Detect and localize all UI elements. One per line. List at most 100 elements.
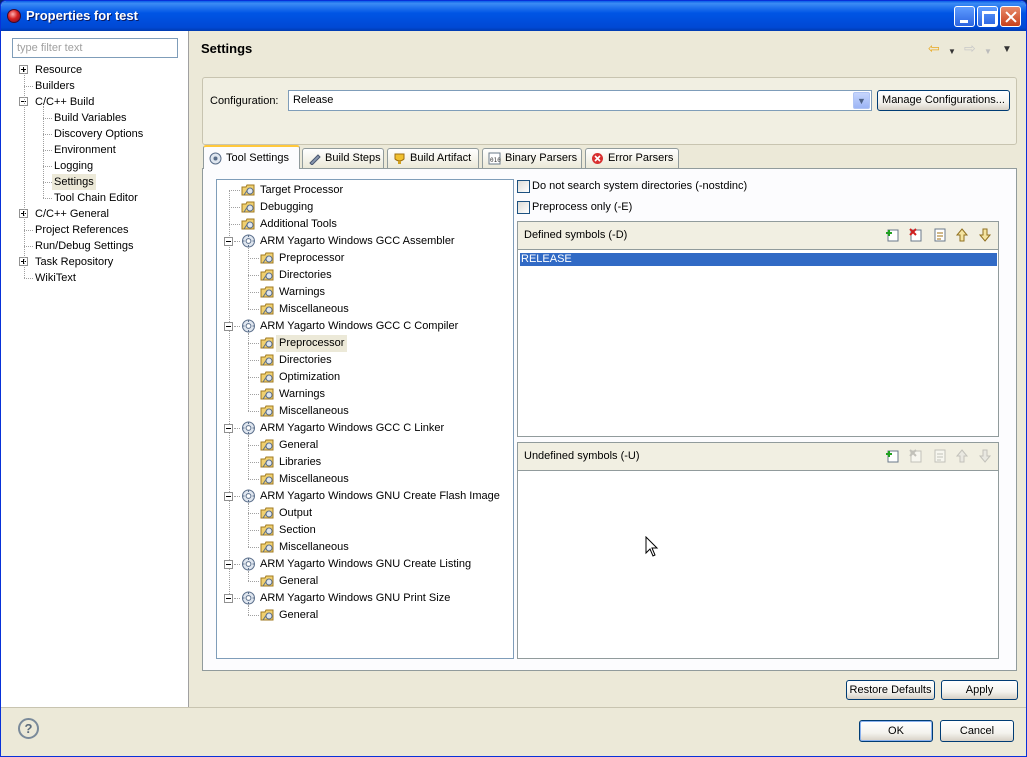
tree-option-node[interactable]: Directories	[217, 267, 513, 284]
tree-tool-node[interactable]: ARM Yagarto Windows GNU Create Flash Ima…	[217, 488, 513, 505]
tree-option-node[interactable]: Output	[217, 505, 513, 522]
tree-guide-line	[24, 70, 25, 278]
tree-tool-node[interactable]: ARM Yagarto Windows GCC Assembler	[217, 233, 513, 250]
tab-tool-settings[interactable]: Tool Settings	[203, 145, 300, 169]
tree-connector	[234, 598, 240, 599]
sidebar-item-discovery-options[interactable]: Discovery Options	[1, 126, 189, 142]
delete-symbol-icon[interactable]	[908, 227, 924, 243]
sidebar-item-task-repository[interactable]: Task Repository	[1, 254, 189, 270]
sidebar-item-builders[interactable]: Builders	[1, 78, 189, 94]
tree-node-label: Miscellaneous	[279, 405, 349, 417]
chevron-down-icon[interactable]: ▼	[853, 92, 870, 109]
tree-option-node[interactable]: General	[217, 437, 513, 454]
tree-tool-node[interactable]: ARM Yagarto Windows GNU Create Listing	[217, 556, 513, 573]
collapse-icon[interactable]	[224, 237, 233, 246]
tree-option-node[interactable]: Warnings	[217, 386, 513, 403]
back-history-dropdown-icon[interactable]: ▼	[948, 45, 956, 59]
collapse-icon[interactable]	[224, 560, 233, 569]
tree-option-node[interactable]: Miscellaneous	[217, 471, 513, 488]
tree-connector	[248, 343, 259, 344]
tree-option-node[interactable]: General	[217, 573, 513, 590]
sidebar-item-wikitext[interactable]: WikiText	[1, 270, 189, 286]
tree-option-node[interactable]: Miscellaneous	[217, 403, 513, 420]
move-up-icon[interactable]	[954, 448, 970, 464]
tree-node-label: Miscellaneous	[279, 473, 349, 485]
maximize-button[interactable]	[977, 6, 998, 27]
back-arrow-icon[interactable]: ⇦	[928, 41, 940, 55]
tree-option-node[interactable]: Additional Tools	[217, 216, 513, 233]
nostdinc-checkbox[interactable]	[517, 180, 530, 193]
view-menu-icon[interactable]: ▼	[1002, 43, 1012, 57]
collapse-icon[interactable]	[224, 322, 233, 331]
title-bar[interactable]: Properties for test	[1, 1, 1026, 31]
restore-defaults-button[interactable]: Restore Defaults	[846, 680, 935, 700]
tree-tool-node[interactable]: ARM Yagarto Windows GCC C Compiler	[217, 318, 513, 335]
delete-symbol-icon[interactable]	[908, 448, 924, 464]
minimize-button[interactable]	[954, 6, 975, 27]
tree-option-node[interactable]: Miscellaneous	[217, 301, 513, 318]
configuration-select[interactable]: Release ▼	[288, 90, 872, 111]
sidebar-item-label: Discovery Options	[54, 128, 144, 140]
edit-symbol-icon[interactable]	[932, 448, 948, 464]
collapse-icon[interactable]	[224, 492, 233, 501]
tree-connector	[234, 564, 240, 565]
list-item[interactable]: RELEASE	[520, 253, 997, 266]
option-category-icon	[241, 201, 255, 213]
sidebar-item-environment[interactable]: Environment	[1, 142, 189, 158]
move-down-icon[interactable]	[977, 227, 993, 243]
sidebar-item-resource[interactable]: Resource	[1, 62, 189, 78]
tree-tool-node[interactable]: ARM Yagarto Windows GCC C Linker	[217, 420, 513, 437]
sidebar-item-project-references[interactable]: Project References	[1, 222, 189, 238]
forward-arrow-icon[interactable]: ⇨	[964, 41, 976, 55]
collapse-icon[interactable]	[224, 594, 233, 603]
apply-button[interactable]: Apply	[941, 680, 1018, 700]
sidebar-item-build-variables[interactable]: Build Variables	[1, 110, 189, 126]
tree-option-node[interactable]: General	[217, 607, 513, 624]
forward-history-dropdown-icon[interactable]: ▼	[984, 45, 992, 59]
sidebar-item-settings[interactable]: Settings	[1, 174, 189, 190]
tree-option-node[interactable]: Optimization	[217, 369, 513, 386]
tree-node-label: Warnings	[279, 388, 326, 400]
sidebar-item-logging[interactable]: Logging	[1, 158, 189, 174]
filter-input[interactable]	[12, 38, 178, 58]
sidebar-item-label: Project References	[35, 224, 129, 236]
tree-option-node[interactable]: Preprocessor	[217, 250, 513, 267]
build-steps-icon	[309, 154, 321, 165]
help-icon[interactable]: ?	[18, 718, 39, 739]
tree-node-label: ARM Yagarto Windows GNU Create Listing	[260, 558, 472, 570]
add-symbol-icon[interactable]	[885, 227, 901, 243]
tab-build-artifact[interactable]: Build Artifact	[387, 148, 479, 168]
tree-option-node[interactable]: Miscellaneous	[217, 539, 513, 556]
option-category-icon	[241, 184, 255, 196]
collapse-icon[interactable]	[224, 424, 233, 433]
tree-node-label: Libraries	[279, 456, 322, 468]
cancel-button[interactable]: Cancel	[940, 720, 1014, 742]
tree-option-node[interactable]: Debugging	[217, 199, 513, 216]
manage-configurations-button[interactable]: Manage Configurations...	[877, 90, 1010, 111]
move-up-icon[interactable]	[954, 227, 970, 243]
tree-option-node[interactable]: Libraries	[217, 454, 513, 471]
add-symbol-icon[interactable]	[885, 448, 901, 464]
tree-node-label: Section	[279, 524, 316, 536]
sidebar-item-run-debug-settings[interactable]: Run/Debug Settings	[1, 238, 189, 254]
edit-symbol-icon[interactable]	[932, 227, 948, 243]
preprocess-only-checkbox[interactable]	[517, 201, 530, 214]
sidebar-item-label: Settings	[52, 174, 96, 190]
tool-settings-tree: Target Processor Debugging Additional Tool…	[216, 179, 514, 659]
close-button[interactable]	[1000, 6, 1021, 27]
move-down-icon[interactable]	[977, 448, 993, 464]
ok-button[interactable]: OK	[859, 720, 933, 742]
tab-binary-parsers[interactable]: 010 Binary Parsers	[482, 148, 582, 168]
tree-option-node[interactable]: Warnings	[217, 284, 513, 301]
sidebar-item-c-c-build[interactable]: C/C++ Build	[1, 94, 189, 110]
tree-option-node[interactable]: Target Processor	[217, 182, 513, 199]
tree-option-node[interactable]: Preprocessor	[217, 335, 513, 352]
tree-option-node[interactable]: Section	[217, 522, 513, 539]
sidebar-item-tool-chain-editor[interactable]: Tool Chain Editor	[1, 190, 189, 206]
undefined-symbols-header: Undefined symbols (-U)	[518, 443, 998, 471]
tab-build-steps[interactable]: Build Steps	[302, 148, 384, 168]
tree-tool-node[interactable]: ARM Yagarto Windows GNU Print Size	[217, 590, 513, 607]
tree-option-node[interactable]: Directories	[217, 352, 513, 369]
tab-error-parsers[interactable]: Error Parsers	[585, 148, 679, 168]
sidebar-item-c-c-general[interactable]: C/C++ General	[1, 206, 189, 222]
